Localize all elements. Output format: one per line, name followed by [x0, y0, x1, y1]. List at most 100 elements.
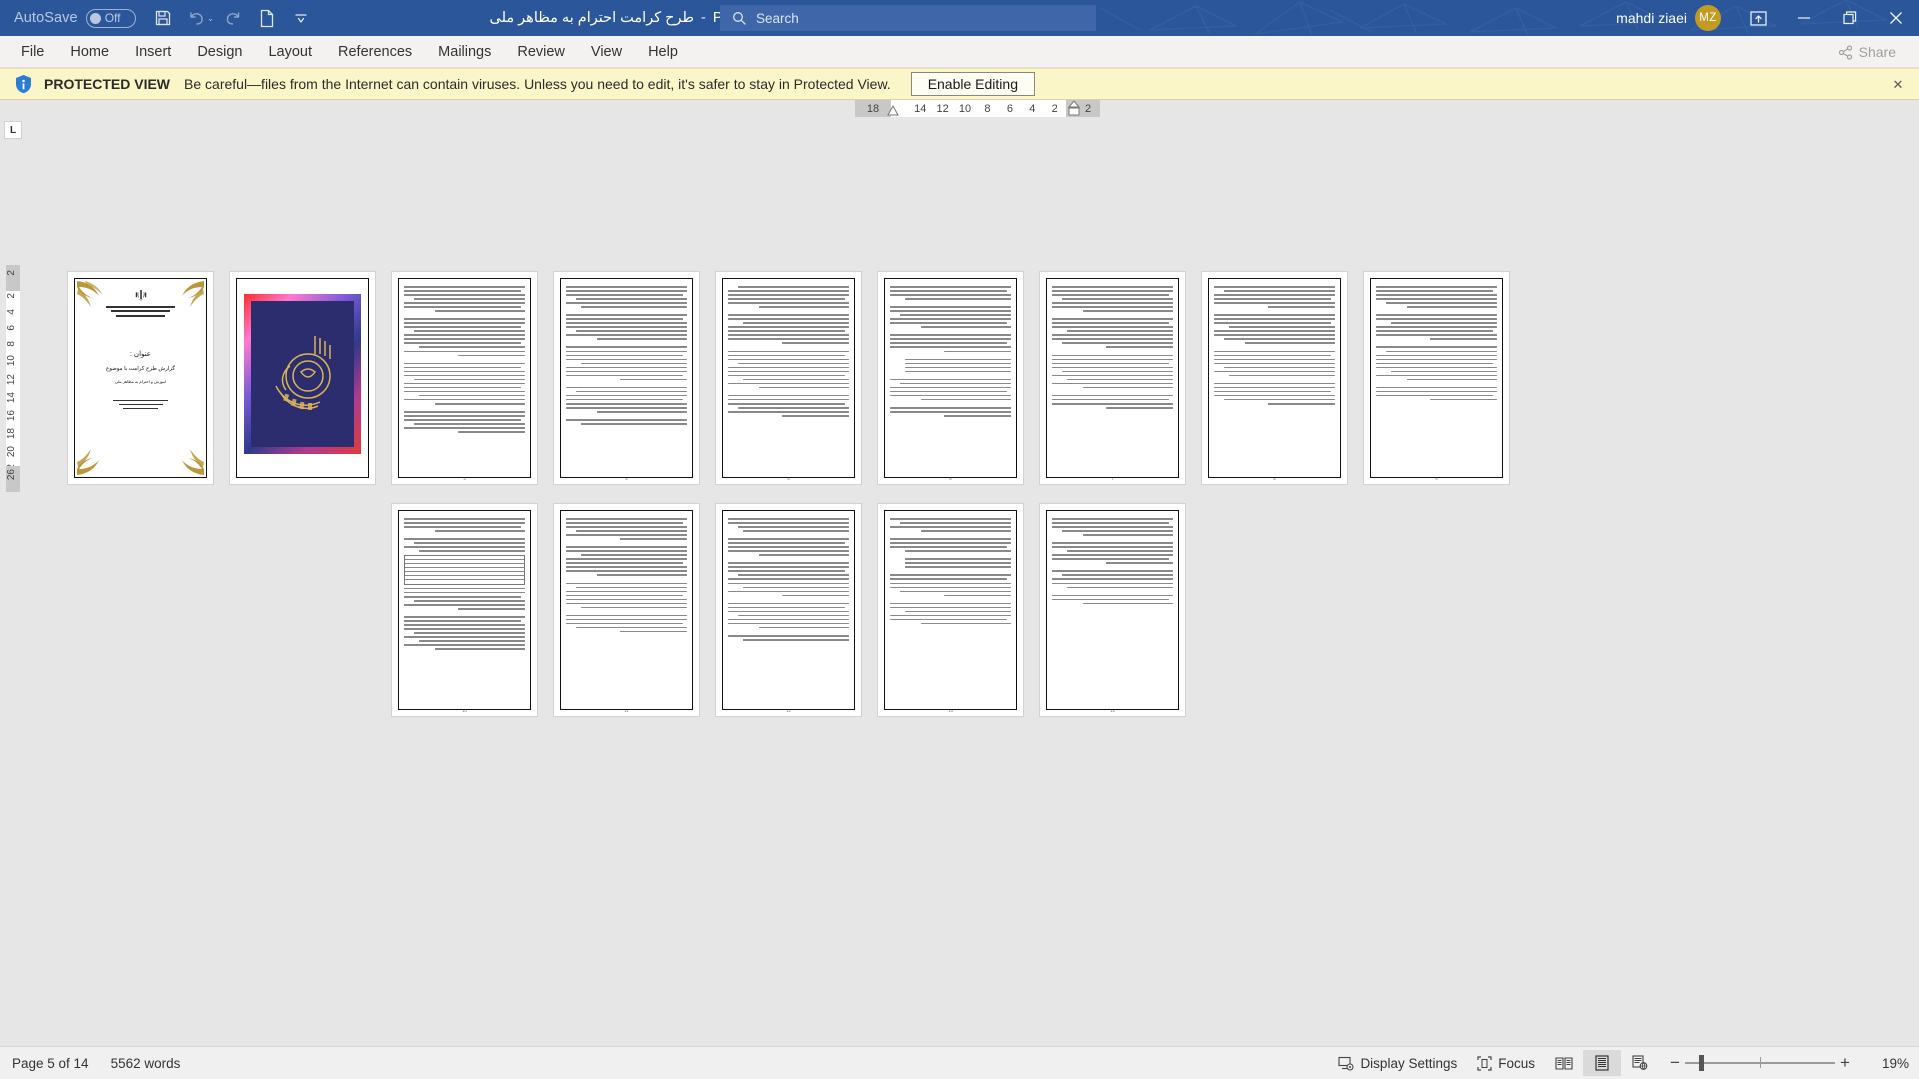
zoom-slider[interactable]: − +: [1665, 1053, 1855, 1073]
ruler-number-left: 18: [866, 102, 880, 115]
read-mode-icon[interactable]: [1545, 1050, 1583, 1076]
page-thumbnail[interactable]: 4: [554, 272, 699, 484]
page-text-content: [404, 518, 525, 652]
zoom-in-button[interactable]: +: [1835, 1053, 1855, 1073]
tab-insert[interactable]: Insert: [122, 36, 184, 68]
zoom-out-button[interactable]: −: [1665, 1053, 1685, 1073]
close-icon[interactable]: [1873, 0, 1919, 36]
autosave-toggle[interactable]: Off: [85, 8, 136, 28]
display-settings-label: Display Settings: [1360, 1055, 1458, 1071]
window-controls-group: mahdi ziaei MZ: [1616, 0, 1919, 36]
cover-header-lines: [106, 306, 175, 319]
cover-footer-lines: [113, 400, 168, 412]
page-thumbnail[interactable]: 13: [878, 504, 1023, 716]
vertical-ruler[interactable]: 2 4 6 8 10 12 14 16 18 20 22: [6, 291, 20, 475]
autosave-label: AutoSave: [14, 10, 78, 26]
display-settings-icon: [1338, 1056, 1354, 1071]
customize-quick-access-toolbar-icon[interactable]: [284, 3, 318, 33]
print-layout-icon[interactable]: [1583, 1050, 1621, 1076]
zoom-thumb[interactable]: [1699, 1055, 1704, 1071]
search-placeholder: Search: [756, 10, 799, 26]
document-canvas[interactable]: عنوان : گزارش طرح کرامت با موضوع اموزش و…: [24, 119, 1919, 1039]
enable-editing-button[interactable]: Enable Editing: [910, 72, 1035, 96]
document-name[interactable]: طرح کرامت احترام به مظاهر ملی: [489, 10, 694, 26]
gold-corner-ornament-icon: [182, 281, 204, 307]
page-text-content: [1376, 286, 1497, 403]
minimize-icon[interactable]: [1781, 0, 1827, 36]
page-thumbnail[interactable]: 3: [392, 272, 537, 484]
page-thumbnail[interactable]: 10: [392, 504, 537, 716]
share-button[interactable]: Share: [1827, 40, 1907, 64]
tab-design[interactable]: Design: [184, 36, 255, 68]
tab-view[interactable]: View: [578, 36, 635, 68]
avatar[interactable]: MZ: [1695, 5, 1721, 31]
gold-corner-ornament-icon: [182, 449, 204, 475]
page-thumbnail[interactable]: 8: [1202, 272, 1347, 484]
focus-mode-icon: [1477, 1055, 1492, 1071]
first-line-indent-marker-icon[interactable]: [887, 105, 899, 116]
v-ruler-number-4: 4: [6, 309, 17, 315]
tab-help[interactable]: Help: [635, 36, 691, 68]
title-separator-1: -: [701, 10, 706, 26]
page-thumbnail[interactable]: 11: [554, 504, 699, 716]
search-box[interactable]: Search: [720, 5, 1096, 31]
focus-button[interactable]: Focus: [1467, 1047, 1545, 1079]
left-tab-stop-icon: L: [9, 124, 17, 136]
page-indicator[interactable]: Page 5 of 14: [12, 1056, 89, 1071]
ribbon-display-options-icon[interactable]: [1735, 0, 1781, 36]
tab-mailings[interactable]: Mailings: [425, 36, 504, 68]
v-ruler-number-10: 10: [6, 355, 17, 367]
page-thumbnail[interactable]: [230, 272, 375, 484]
tab-file[interactable]: File: [8, 36, 57, 68]
horizontal-ruler[interactable]: 18 14 12 10 8 6 4 2 2: [855, 100, 1100, 117]
islamic-calligraphy-artwork-icon: [251, 301, 354, 447]
undo-dropdown-caret[interactable]: ⌄: [207, 13, 215, 24]
page-thumbnail[interactable]: 14: [1040, 504, 1185, 716]
tab-home[interactable]: Home: [57, 36, 122, 68]
ruler-left-margin-zone: 18: [855, 100, 891, 117]
page-thumbnail[interactable]: 7: [1040, 272, 1185, 484]
v-ruler-number-18: 18: [6, 428, 17, 440]
page-table: [404, 554, 525, 585]
zoom-level[interactable]: 19%: [1867, 1056, 1909, 1071]
page-thumbnail[interactable]: 5: [716, 272, 861, 484]
account-name[interactable]: mahdi ziaei: [1616, 10, 1687, 26]
redo-icon[interactable]: [216, 3, 250, 33]
page-text-content: [890, 518, 1011, 627]
page-number: 5: [787, 476, 790, 481]
web-layout-icon[interactable]: [1621, 1050, 1659, 1076]
quick-access-toolbar: ⌄: [146, 3, 319, 33]
new-document-icon[interactable]: [250, 3, 284, 33]
word-count[interactable]: 5562 words: [111, 1056, 181, 1071]
page-text-content: [1214, 286, 1335, 407]
autosave-control[interactable]: AutoSave Off: [14, 8, 136, 28]
restore-icon[interactable]: [1827, 0, 1873, 36]
page-number: 9: [1435, 476, 1438, 481]
protected-view-banner: PROTECTED VIEW Be careful—files from the…: [0, 68, 1919, 100]
cover-subtitle-2: اموزش و احترام به مظاهر ملی: [114, 379, 167, 384]
display-settings-button[interactable]: Display Settings: [1328, 1047, 1467, 1079]
tab-layout[interactable]: Layout: [255, 36, 325, 68]
page-thumbnail[interactable]: عنوان : گزارش طرح کرامت با موضوع اموزش و…: [68, 272, 213, 484]
share-label: Share: [1858, 44, 1896, 60]
page-thumbnail[interactable]: 12: [716, 504, 861, 716]
page-text-content: [566, 286, 687, 427]
v-ruler-number-14: 14: [6, 392, 17, 404]
autosave-toggle-knob: [89, 12, 101, 24]
ruler-text-zone: 14 12 10 8 6 4 2: [887, 100, 1066, 117]
page-number: 11: [624, 708, 629, 713]
tab-review[interactable]: Review: [504, 36, 578, 68]
ruler-number-10: 10: [958, 102, 972, 115]
zoom-track[interactable]: [1685, 1055, 1835, 1071]
hanging-indent-marker-icon[interactable]: [1066, 100, 1082, 117]
close-icon[interactable]: ✕: [1889, 76, 1907, 94]
status-bar-right-group: Display Settings Focus − + 19%: [1328, 1047, 1909, 1079]
autosave-state-label: Off: [104, 11, 121, 25]
page-number: 6: [949, 476, 952, 481]
page-thumbnail[interactable]: 9: [1364, 272, 1509, 484]
tab-stop-selector[interactable]: L: [4, 121, 22, 139]
save-icon[interactable]: [146, 3, 180, 33]
tab-references[interactable]: References: [325, 36, 425, 68]
page-text-content: [728, 286, 849, 419]
page-thumbnail[interactable]: 6: [878, 272, 1023, 484]
